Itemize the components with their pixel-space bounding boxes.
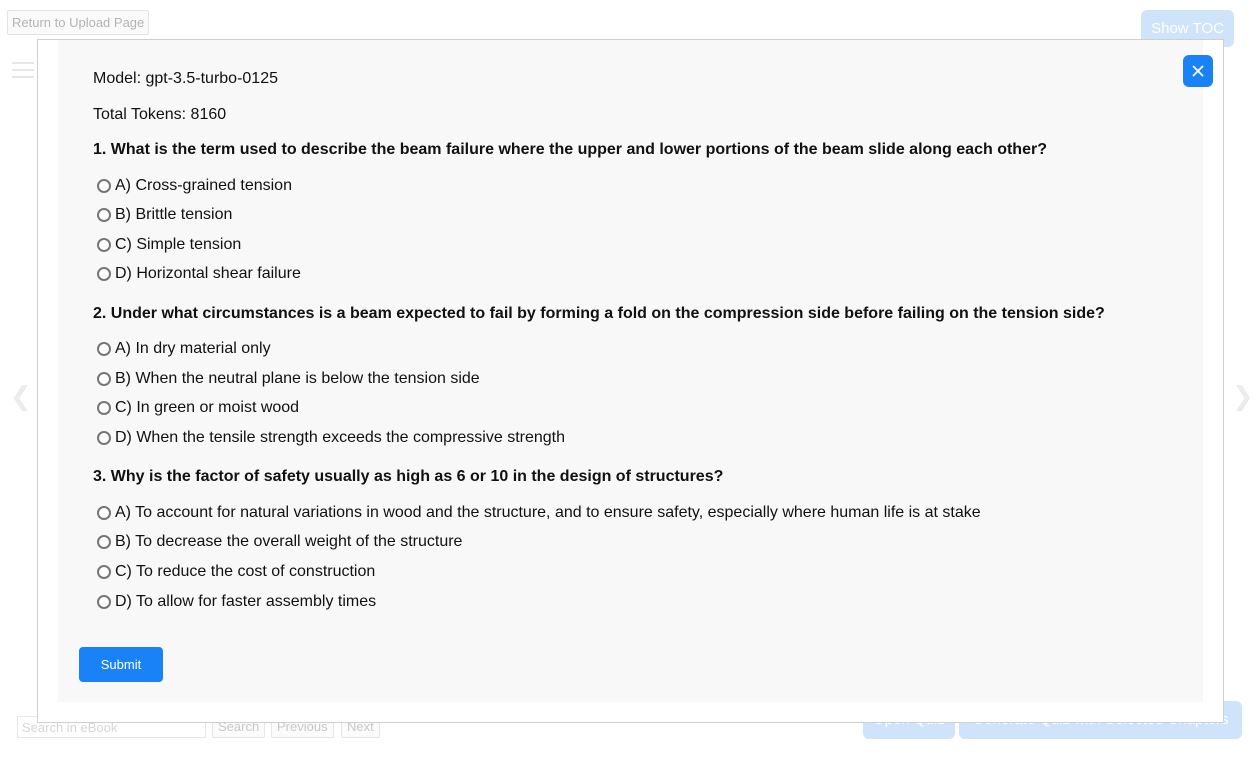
question-2-option-d[interactable]: D) When the tensile strength exceeds the… [97, 429, 565, 447]
radio-button[interactable] [97, 595, 111, 609]
question-1-option-a[interactable]: A) Cross-grained tension [97, 177, 292, 195]
question-3-option-b[interactable]: B) To decrease the overall weight of the… [97, 533, 462, 551]
radio-button[interactable] [97, 565, 111, 579]
radio-button[interactable] [97, 238, 111, 252]
option-label: D) Horizontal shear failure [115, 265, 301, 282]
question-3-option-a[interactable]: A) To account for natural variations in … [97, 504, 981, 522]
question-1-option-c[interactable]: C) Simple tension [97, 236, 241, 254]
close-modal-button[interactable] [1183, 55, 1213, 87]
radio-button[interactable] [97, 342, 111, 356]
option-label: C) In green or moist wood [115, 399, 300, 416]
radio-button[interactable] [97, 208, 111, 222]
radio-button[interactable] [97, 179, 111, 193]
question-3-option-c[interactable]: C) To reduce the cost of construction [97, 563, 375, 581]
option-label: A) To account for natural variations in … [115, 504, 981, 521]
submit-button[interactable]: Submit [79, 647, 163, 682]
radio-button[interactable] [97, 431, 111, 445]
return-to-upload-button[interactable]: Return to Upload Page [7, 10, 150, 35]
option-label: C) Simple tension [115, 236, 242, 253]
option-label: B) When the neutral plane is below the t… [115, 370, 480, 387]
option-label: D) To allow for faster assembly times [115, 593, 377, 610]
quiz-content: Model: gpt-3.5-turbo-0125 Total Tokens: … [58, 40, 1203, 702]
option-label: C) To reduce the cost of construction [115, 563, 376, 580]
question-3: 3. Why is the factor of safety usually a… [93, 468, 724, 485]
next-page-arrow-icon[interactable]: ❯ [1232, 382, 1254, 412]
option-label: D) When the tensile strength exceeds the… [115, 429, 565, 446]
radio-button[interactable] [97, 372, 111, 386]
radio-button[interactable] [97, 401, 111, 415]
question-2: 2. Under what circumstances is a beam ex… [93, 305, 1105, 322]
question-2-option-b[interactable]: B) When the neutral plane is below the t… [97, 370, 480, 388]
previous-page-arrow-icon[interactable]: ❮ [10, 382, 32, 412]
radio-button[interactable] [97, 535, 111, 549]
question-3-option-d[interactable]: D) To allow for faster assembly times [97, 593, 376, 611]
question-1-option-d[interactable]: D) Horizontal shear failure [97, 265, 301, 283]
question-1: 1. What is the term used to describe the… [93, 141, 1047, 158]
option-label: B) To decrease the overall weight of the… [115, 533, 463, 550]
quiz-modal: Model: gpt-3.5-turbo-0125 Total Tokens: … [37, 39, 1224, 723]
question-1-option-b[interactable]: B) Brittle tension [97, 206, 232, 224]
model-info: Model: gpt-3.5-turbo-0125 [93, 70, 278, 87]
question-2-option-a[interactable]: A) In dry material only [97, 340, 271, 358]
radio-button[interactable] [97, 506, 111, 520]
menu-icon[interactable] [12, 62, 34, 80]
question-2-option-c[interactable]: C) In green or moist wood [97, 399, 299, 417]
option-label: A) In dry material only [115, 340, 271, 357]
token-count: Total Tokens: 8160 [93, 106, 227, 123]
close-icon [1192, 65, 1204, 77]
radio-button[interactable] [97, 267, 111, 281]
option-label: A) Cross-grained tension [115, 177, 292, 194]
option-label: B) Brittle tension [115, 206, 233, 223]
